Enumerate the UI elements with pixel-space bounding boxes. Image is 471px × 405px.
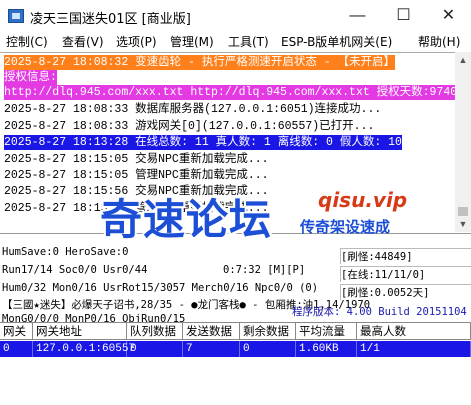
menu-control[interactable]: 控制(C) (6, 33, 48, 50)
log-line: 2025-8-27 18:08:33 游戏网关[0](127.0.0.1:605… (4, 120, 375, 133)
menu-options[interactable]: 选项(P) (116, 33, 157, 50)
table-row[interactable]: 0 127.0.0.1:60557 0 7 0 1.60KB 1/1 (0, 341, 471, 357)
watermark-title: 奇速论坛 (100, 195, 273, 244)
cell-traffic: 1.60KB (296, 341, 357, 357)
log-line: 2025-8-27 18:08:33 数据库服务器(127.0.0.1:6051… (4, 103, 382, 116)
gateway-table: 网关 网关地址 队列数据 发送数据 剩余数据 平均流量 最高人数 0 127.0… (0, 322, 471, 405)
mob-timer: [刷怪:0.0052天] (340, 284, 471, 300)
close-button[interactable]: ✕ (426, 0, 471, 31)
menu-help[interactable]: 帮助(H) (418, 33, 460, 50)
log-line: 2025-8-27 18:08:32 变速齿轮 - 执行严格测速开启状态 - 【… (4, 55, 396, 70)
log-line: 授权信息: (4, 70, 57, 85)
col-header-sent[interactable]: 发送数据 (183, 323, 240, 340)
cell-address: 127.0.0.1:60557 (33, 341, 135, 357)
col-header-queue[interactable]: 队列数据 (127, 323, 183, 340)
menu-manage[interactable]: 管理(M) (170, 33, 214, 50)
run-status: Run17/14 Soc0/0 Usr0/44 (2, 264, 148, 276)
col-header-traffic[interactable]: 平均流量 (296, 323, 357, 340)
app-icon (8, 9, 24, 23)
watermark-site: qisu.vip (318, 188, 408, 212)
menu-bar: 控制(C) 查看(V) 选项(P) 管理(M) 工具(T) ESP-B版单机网关… (0, 31, 471, 51)
cell-peak: 1/1 (357, 341, 471, 357)
minimize-button[interactable]: — (335, 0, 380, 31)
col-header-peak[interactable]: 最高人数 (357, 323, 471, 340)
menu-tools[interactable]: 工具(T) (228, 33, 269, 50)
log-line: 2025-8-27 18:13:28 在线总数: 11 真人数: 1 离线数: … (4, 135, 402, 150)
log-line: 2025-8-27 18:15:05 交易NPC重新加载完成... (4, 153, 269, 166)
col-header-remaining[interactable]: 剩余数据 (240, 323, 296, 340)
window-title: 凌天三国迷失01区 [商业版] (30, 12, 191, 27)
cell-remaining: 0 (240, 341, 296, 357)
cell-sent: 7 (183, 341, 240, 357)
scroll-down-icon[interactable]: ▼ (455, 216, 471, 232)
uptime: 0:7:32 [M][P] (223, 264, 306, 276)
col-header-gateway[interactable]: 网关 (0, 323, 33, 340)
title-bar: 凌天三国迷失01区 [商业版] — ☐ ✕ (0, 0, 471, 31)
online-count: [在线:11/11/0] (340, 266, 471, 282)
col-header-address[interactable]: 网关地址 (33, 323, 127, 340)
scroll-thumb[interactable] (458, 207, 468, 216)
cell-queue: 0 (127, 341, 183, 357)
menu-gateway[interactable]: ESP-B版单机网关(E) (281, 33, 392, 50)
hum-status: Hum0/32 Mon0/16 UsrRot15/3057 Merch0/16 … (2, 282, 319, 294)
watermark: 奇速论坛 qisu.vip 传奇架设速成 (100, 176, 430, 252)
log-line: http://dlq.945.com/xxx.txt http://dlq.94… (4, 85, 455, 100)
cell-gateway: 0 (0, 341, 33, 357)
menu-view[interactable]: 查看(V) (62, 33, 104, 50)
watermark-subtitle: 传奇架设速成 (300, 218, 391, 236)
version-label: 程序版本: 4.00 Build 20151104 (292, 306, 467, 318)
maximize-button[interactable]: ☐ (381, 0, 426, 31)
scroll-up-icon[interactable]: ▲ (455, 52, 471, 68)
log-scrollbar[interactable]: ▲ ▼ (455, 52, 471, 232)
